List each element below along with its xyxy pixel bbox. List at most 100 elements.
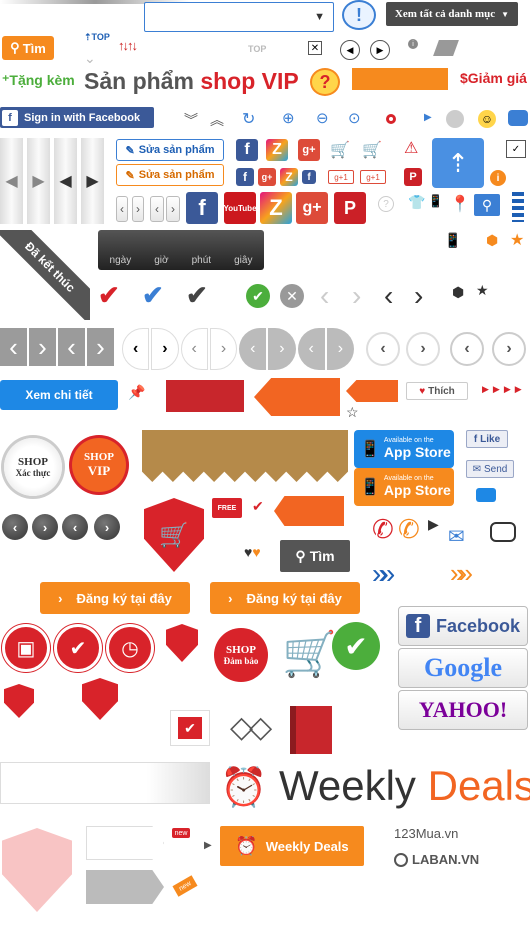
pinterest-icon[interactable]: P (404, 168, 422, 186)
app-store-badge-blue[interactable]: 📱 Available on the App Store (354, 430, 454, 468)
arrow-left[interactable]: ‹ (180, 328, 208, 370)
google-plus-one-icon[interactable]: g+1 (328, 170, 354, 184)
shirt-icon: 👕 (408, 194, 426, 210)
tile-prev[interactable]: ‹ (0, 328, 29, 366)
chevron-right-icon[interactable]: › (352, 280, 361, 312)
round-prev-arrow[interactable]: ‹ (450, 332, 484, 366)
slider-next-arrow[interactable]: ▶ (27, 138, 50, 224)
arrow-right[interactable]: › (151, 328, 179, 370)
weekly-deals-button[interactable]: ⏰ Weekly Deals (220, 826, 364, 866)
all-categories-button[interactable]: Xem tất cả danh mục ▼ (386, 2, 518, 26)
double-chevron-down-icon[interactable]: ︾ (184, 110, 198, 130)
pager-next[interactable]: › (132, 196, 144, 222)
sort-icon[interactable]: ↑↓↑↓ (118, 38, 138, 53)
tile-next[interactable]: › (29, 328, 58, 366)
app-store-badge-orange[interactable]: 📱 Available on the App Store (354, 468, 454, 506)
chat-icon[interactable] (476, 488, 496, 502)
checkbox-red-icon[interactable]: ✔ (170, 710, 210, 746)
chevron-down-icon: ▼ (501, 9, 510, 19)
pager-next[interactable]: › (166, 196, 180, 222)
facebook-icon[interactable]: f (236, 168, 254, 186)
like-button[interactable]: ♥ Thích (406, 382, 468, 400)
arrow-right-gray[interactable]: › (326, 328, 354, 370)
slider-next-arrow-dark[interactable]: ▶ (81, 138, 104, 224)
cart-icon[interactable]: 🛒 (330, 140, 350, 160)
edit-box-icon[interactable]: ✓ (506, 140, 526, 158)
star-outline-icon[interactable]: ☆ (346, 404, 359, 421)
close-icon[interactable]: ✕ (308, 41, 322, 55)
chat-cart-icon[interactable] (490, 522, 516, 542)
refresh-icon[interactable]: ↻ (242, 109, 255, 129)
chevron-left-icon[interactable]: ‹ (320, 280, 329, 312)
google-plus-icon[interactable]: g+ (258, 168, 276, 186)
search-button[interactable]: ⚲ Tìm (2, 36, 54, 60)
help-icon[interactable]: ? (378, 196, 394, 212)
round-prev-arrow[interactable]: ‹ (366, 332, 400, 366)
top-label-gray[interactable]: TOP (248, 44, 266, 54)
fb-like-button[interactable]: f Like (466, 430, 508, 448)
double-chevron-up-icon[interactable]: ︽ (210, 110, 224, 130)
search-icon[interactable]: ⚲ (474, 194, 500, 216)
facebook-brand-button[interactable]: f Facebook (398, 606, 528, 646)
tile-prev[interactable]: ‹ (58, 328, 87, 366)
location-pin-icon[interactable]: 📍 (450, 194, 470, 214)
edit-product-button-blue[interactable]: ✎ Sửa sản phẩm (116, 139, 224, 161)
zalo-icon[interactable]: Z (280, 168, 298, 186)
arrow-left-gray[interactable]: ‹ (239, 328, 267, 370)
arrow-left-gray[interactable]: ‹ (297, 328, 325, 370)
tile-next[interactable]: › (87, 328, 116, 366)
pager-prev[interactable]: ‹ (116, 196, 128, 222)
box-icon: ⬢ (486, 232, 499, 248)
dark-search-button[interactable]: ⚲ Tìm (280, 540, 350, 572)
record-icon[interactable] (386, 114, 396, 124)
facebook-icon[interactable]: f (302, 170, 316, 184)
chevron-right-icon[interactable]: › (414, 280, 423, 312)
arrow-right-gray[interactable]: › (268, 328, 296, 370)
list-icon[interactable] (512, 192, 524, 222)
circle-next-icon[interactable]: › (94, 514, 120, 540)
zoom-out-icon[interactable]: ⊖ (316, 109, 329, 127)
cart-orange-icon[interactable]: 🛒 (362, 140, 382, 160)
youtube-icon[interactable]: YouTube (223, 192, 257, 224)
back-to-top-link[interactable]: ⇡TOP (84, 32, 110, 43)
back-to-top-button[interactable]: ⇡ (432, 138, 484, 188)
google-brand-button[interactable]: Google (398, 648, 528, 688)
yahoo-brand-button[interactable]: YAHOO! (398, 690, 528, 730)
chat-icon[interactable] (508, 110, 528, 126)
pinterest-icon[interactable]: P (334, 192, 366, 224)
slider-prev-arrow[interactable]: ◀ (0, 138, 23, 224)
chevron-left-icon[interactable]: ‹ (384, 280, 393, 312)
slider-prev-arrow-dark[interactable]: ◀ (54, 138, 77, 224)
zoom-fit-icon[interactable]: ⊙ (348, 109, 361, 127)
next-icon[interactable]: ▶ (370, 40, 390, 60)
close-circle-icon[interactable]: ✕ (280, 284, 304, 308)
edit-product-button-orange[interactable]: ✎ Sửa sản phẩm (116, 164, 224, 186)
pager-prev[interactable]: ‹ (150, 196, 164, 222)
circle-prev-icon[interactable]: ‹ (62, 514, 88, 540)
facebook-signin-button[interactable]: f Sign in with Facebook (0, 107, 154, 128)
register-button[interactable]: › Đăng ký tại đây (210, 582, 360, 614)
google-plus-icon[interactable]: g+ (298, 139, 320, 161)
play-icon[interactable]: ▶ (424, 112, 432, 123)
google-plus-icon[interactable]: g+ (296, 192, 328, 224)
fb-send-button[interactable]: ✉ Send (466, 460, 514, 478)
site-logo-laban[interactable]: LABAN.VN (394, 852, 479, 867)
view-detail-button[interactable]: Xem chi tiết (0, 380, 118, 410)
circle-prev-icon[interactable]: ‹ (2, 514, 28, 540)
circle-next-icon[interactable]: › (32, 514, 58, 540)
arrow-left[interactable]: ‹ (122, 328, 150, 370)
register-button[interactable]: › Đăng ký tại đây (40, 582, 190, 614)
google-plus-one-icon[interactable]: g+1 (360, 170, 386, 184)
facebook-icon[interactable]: f (186, 192, 218, 224)
facebook-icon[interactable]: f (236, 139, 258, 161)
zalo-icon[interactable]: Z (260, 192, 292, 224)
category-select[interactable]: ▼ (144, 2, 334, 32)
arrow-right[interactable]: › (209, 328, 238, 370)
previous-icon[interactable]: ◀ (340, 40, 360, 60)
mail-icon[interactable]: ✉ (448, 524, 465, 549)
site-logo-123mua[interactable]: 123Mua.vn (394, 826, 458, 841)
round-next-arrow[interactable]: › (406, 332, 440, 366)
zalo-icon[interactable]: Z (266, 139, 288, 161)
zoom-in-icon[interactable]: ⊕ (282, 109, 295, 127)
round-next-arrow[interactable]: › (492, 332, 526, 366)
